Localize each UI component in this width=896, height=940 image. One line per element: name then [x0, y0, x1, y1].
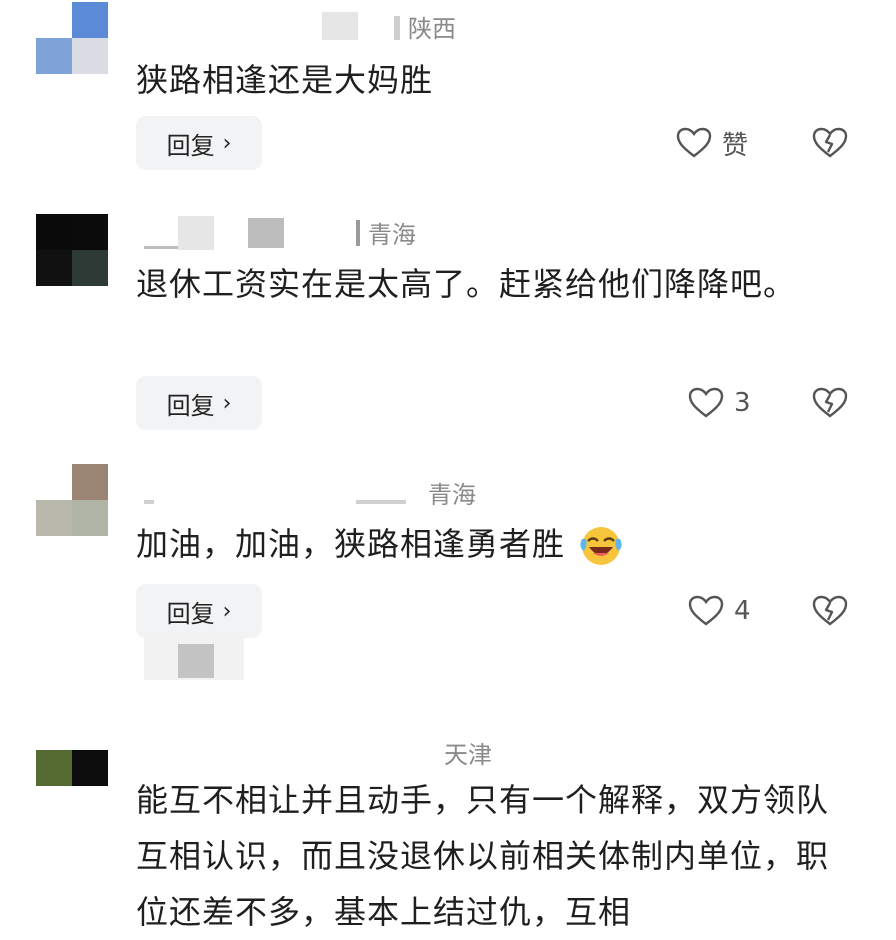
comment-meta: 青海 — [136, 216, 736, 256]
comment-region: 青海 — [368, 221, 416, 249]
like-count: 3 — [734, 388, 751, 418]
like-button[interactable]: 赞 — [676, 116, 748, 170]
username-blur — [248, 218, 284, 248]
dislike-button[interactable] — [812, 584, 848, 638]
comment-text: 退休工资实在是太高了。赶紧给他们降降吧。 — [136, 265, 797, 303]
broken-heart-icon — [812, 127, 848, 158]
reply-button[interactable]: 回复 › — [136, 376, 262, 430]
username-blur — [356, 500, 406, 504]
comment-text: 能互不相让并且动手，只有一个解释，双方领队互相认识，而且没退休以前相关体制内单位… — [136, 781, 830, 931]
username-blur — [178, 216, 214, 250]
comment-region: 青海 — [428, 481, 476, 509]
like-button[interactable]: 4 — [688, 584, 751, 638]
comment-text: 狭路相逢还是大妈胜 — [136, 61, 434, 99]
chevron-right-icon: › — [222, 598, 232, 624]
dislike-button[interactable] — [812, 116, 848, 170]
mosaic-blur — [178, 644, 214, 678]
avatar[interactable] — [36, 2, 108, 74]
comment-text: 加油，加油，狭路相逢勇者胜 — [136, 516, 836, 572]
username-blur — [144, 246, 178, 249]
avatar[interactable] — [36, 750, 108, 822]
like-label: 赞 — [722, 130, 749, 161]
username-blur — [144, 500, 154, 504]
like-count: 4 — [734, 596, 751, 626]
comment-item: 陕西 狭路相逢还是大妈胜 回复 › 赞 — [0, 0, 896, 200]
comment-region: 陕西 — [408, 15, 456, 43]
chevron-right-icon: › — [222, 130, 232, 156]
dislike-button[interactable] — [812, 376, 848, 430]
reply-button[interactable]: 回复 › — [136, 116, 262, 170]
heart-icon — [676, 127, 712, 158]
heart-icon — [688, 595, 724, 626]
reply-label: 回复 — [166, 391, 215, 420]
comment-meta: 陕西 — [136, 12, 736, 52]
comment-text-content: 加油，加油，狭路相逢勇者胜 — [136, 525, 566, 563]
heart-icon — [688, 387, 724, 418]
comment-item: 青海 加油，加油，狭路相逢勇者胜 回复 › 4 — [0, 460, 896, 730]
avatar[interactable] — [36, 464, 108, 536]
username-blur — [356, 220, 360, 246]
username-blur — [322, 12, 358, 40]
laughing-crying-emoji — [580, 527, 622, 565]
username-blur — [394, 16, 400, 40]
reply-label: 回复 — [166, 599, 215, 628]
reply-button[interactable]: 回复 › — [136, 584, 262, 638]
comment-region: 天津 — [444, 741, 492, 769]
avatar[interactable] — [36, 214, 108, 286]
comment-meta: 青海 — [136, 480, 736, 520]
broken-heart-icon — [812, 595, 848, 626]
comment-item: 青海 退休工资实在是太高了。赶紧给他们降降吧。 回复 › 3 — [0, 200, 896, 460]
comment-item: 天津 能互不相让并且动手，只有一个解释，双方领队互相认识，而且没退休以前相关体制… — [0, 730, 896, 931]
broken-heart-icon — [812, 387, 848, 418]
like-button[interactable]: 3 — [688, 376, 751, 430]
chevron-right-icon: › — [222, 390, 232, 416]
reply-label: 回复 — [166, 131, 215, 160]
